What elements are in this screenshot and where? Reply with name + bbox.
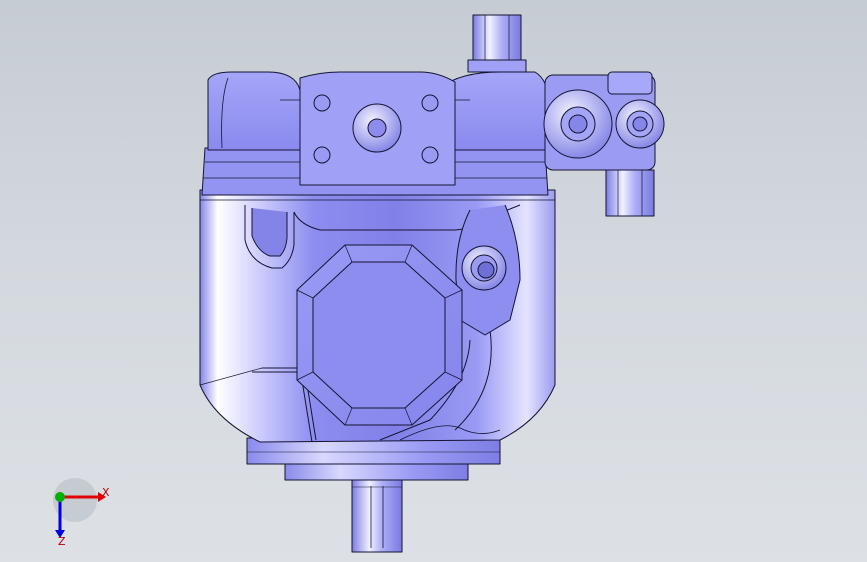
x-axis-label: X xyxy=(102,486,110,499)
mounting-flange[interactable] xyxy=(246,437,501,481)
octagonal-cover[interactable] xyxy=(296,244,463,426)
pump-model[interactable]: X Z xyxy=(0,0,867,562)
coordinate-triad: X Z xyxy=(53,478,110,548)
drive-shaft[interactable] xyxy=(351,479,403,553)
graphics-viewport[interactable]: X Z xyxy=(0,0,867,562)
side-fitting[interactable] xyxy=(605,169,655,217)
port-plate[interactable] xyxy=(299,71,456,186)
top-fitting[interactable] xyxy=(467,14,527,73)
z-axis-label: Z xyxy=(58,535,66,548)
pressure-valve[interactable] xyxy=(543,71,665,171)
